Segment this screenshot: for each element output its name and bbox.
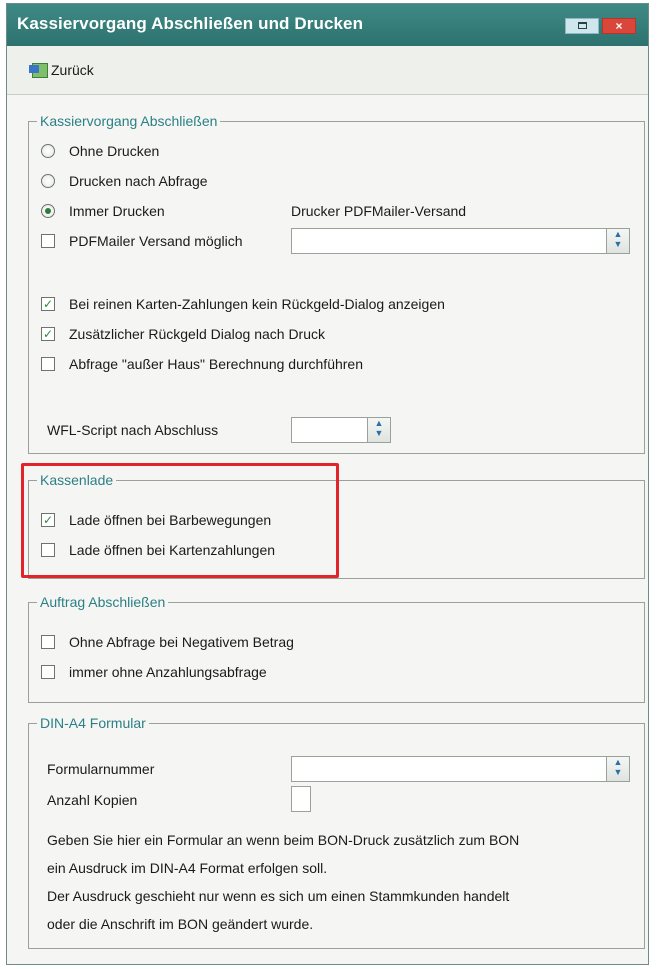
radio-immer-drucken[interactable]: Immer Drucken xyxy=(41,200,165,222)
restore-icon xyxy=(578,22,587,29)
title-bar: Kassiervorgang Abschließen und Drucken × xyxy=(7,4,648,46)
info-line: oder die Anschrift im BON geändert wurde… xyxy=(47,916,314,932)
checkbox-label: Abfrage "außer Haus" Berechnung durchfüh… xyxy=(69,356,364,372)
info-line: Geben Sie hier ein Formular an wenn beim… xyxy=(47,832,520,848)
checkbox[interactable] xyxy=(41,635,55,649)
window-title: Kassiervorgang Abschließen und Drucken xyxy=(17,14,364,33)
chevron-down-icon: ▼ xyxy=(374,428,384,438)
info-line: Der Ausdruck geschieht nur wenn es sich … xyxy=(47,888,510,904)
kassenlade-highlight-annotation xyxy=(21,463,339,578)
checkbox-negativer-betrag[interactable]: Ohne Abfrage bei Negativem Betrag xyxy=(41,631,294,653)
radio-label: Immer Drucken xyxy=(69,203,165,219)
group-title-din-a4: DIN-A4 Formular xyxy=(37,714,149,732)
checkbox-karten-zahlungen[interactable]: ✓ Bei reinen Karten-Zahlungen kein Rückg… xyxy=(41,293,445,315)
group-title-auftrag: Auftrag Abschließen xyxy=(37,593,169,611)
wfl-script-select[interactable]: ▲ ▼ xyxy=(291,417,391,443)
info-line: ein Ausdruck im DIN-A4 Format erfolgen s… xyxy=(47,860,328,876)
chevron-down-icon: ▼ xyxy=(613,239,623,249)
anzahl-kopien-label: Anzahl Kopien xyxy=(47,792,138,808)
checkbox[interactable] xyxy=(41,234,55,248)
formularnummer-label: Formularnummer xyxy=(47,761,155,777)
radio-drucken-nach-abfrage[interactable]: Drucken nach Abfrage xyxy=(41,170,208,192)
checkbox[interactable] xyxy=(41,665,55,679)
checkbox-rueckgeld-dialog[interactable]: ✓ Zusätzlicher Rückgeld Dialog nach Druc… xyxy=(41,323,325,345)
checkbox-label: immer ohne Anzahlungsabfrage xyxy=(69,664,267,680)
checkbox-checked[interactable]: ✓ xyxy=(41,297,55,311)
wfl-script-label: WFL-Script nach Abschluss xyxy=(47,422,219,438)
radio-button[interactable] xyxy=(41,174,55,188)
restore-button[interactable] xyxy=(565,18,599,34)
check-icon: ✓ xyxy=(42,297,54,311)
checkbox-label: PDFMailer Versand möglich xyxy=(69,233,243,249)
back-label: Zurück xyxy=(51,62,94,78)
checkbox-label: Ohne Abfrage bei Negativem Betrag xyxy=(69,634,294,650)
group-auftrag-abschliessen: Auftrag Abschließen Ohne Abfrage bei Neg… xyxy=(28,593,645,703)
pdfmailer-printer-select[interactable]: ▲ ▼ xyxy=(291,228,630,254)
printer-label: Drucker PDFMailer-Versand xyxy=(291,203,467,219)
chevron-up-icon: ▲ xyxy=(613,757,623,767)
checkbox-anzahlungsabfrage[interactable]: immer ohne Anzahlungsabfrage xyxy=(41,661,267,683)
radio-label: Ohne Drucken xyxy=(69,143,160,159)
checkbox-ausser-haus[interactable]: Abfrage "außer Haus" Berechnung durchfüh… xyxy=(41,353,363,375)
checkbox-label: Bei reinen Karten-Zahlungen kein Rückgel… xyxy=(69,296,445,312)
anzahl-kopien-input[interactable] xyxy=(291,786,311,812)
group-kassiervorgang-abschliessen: Kassiervorgang Abschließen Ohne Drucken … xyxy=(28,112,645,454)
checkbox[interactable] xyxy=(41,357,55,371)
formularnummer-select[interactable]: ▲ ▼ xyxy=(291,756,630,782)
spin-button[interactable]: ▲ ▼ xyxy=(367,418,390,442)
back-arrow-icon xyxy=(29,62,48,78)
din-info-text: Geben Sie hier ein Formular an wenn beim… xyxy=(47,826,519,938)
close-button[interactable]: × xyxy=(602,18,636,34)
chevron-down-icon: ▼ xyxy=(613,767,623,777)
check-icon: ✓ xyxy=(42,327,54,341)
radio-button-selected[interactable] xyxy=(41,204,55,218)
spin-button[interactable]: ▲ ▼ xyxy=(606,229,629,253)
group-din-a4-formular: DIN-A4 Formular Formularnummer ▲ ▼ Anzah… xyxy=(28,714,645,949)
chevron-up-icon: ▲ xyxy=(613,229,623,239)
checkbox-checked[interactable]: ✓ xyxy=(41,327,55,341)
group-title-kassiervorgang: Kassiervorgang Abschließen xyxy=(37,112,221,130)
radio-ohne-drucken[interactable]: Ohne Drucken xyxy=(41,140,159,162)
radio-label: Drucken nach Abfrage xyxy=(69,173,208,189)
checkbox-pdfmailer[interactable]: PDFMailer Versand möglich xyxy=(41,230,243,252)
toolbar: Zurück xyxy=(7,46,648,95)
back-button[interactable]: Zurück xyxy=(29,59,94,81)
close-icon: × xyxy=(615,19,623,33)
checkbox-label: Zusätzlicher Rückgeld Dialog nach Druck xyxy=(69,326,325,342)
chevron-up-icon: ▲ xyxy=(374,418,384,428)
dialog-window: Kassiervorgang Abschließen und Drucken ×… xyxy=(6,3,649,965)
radio-button[interactable] xyxy=(41,144,55,158)
spin-button[interactable]: ▲ ▼ xyxy=(606,757,629,781)
